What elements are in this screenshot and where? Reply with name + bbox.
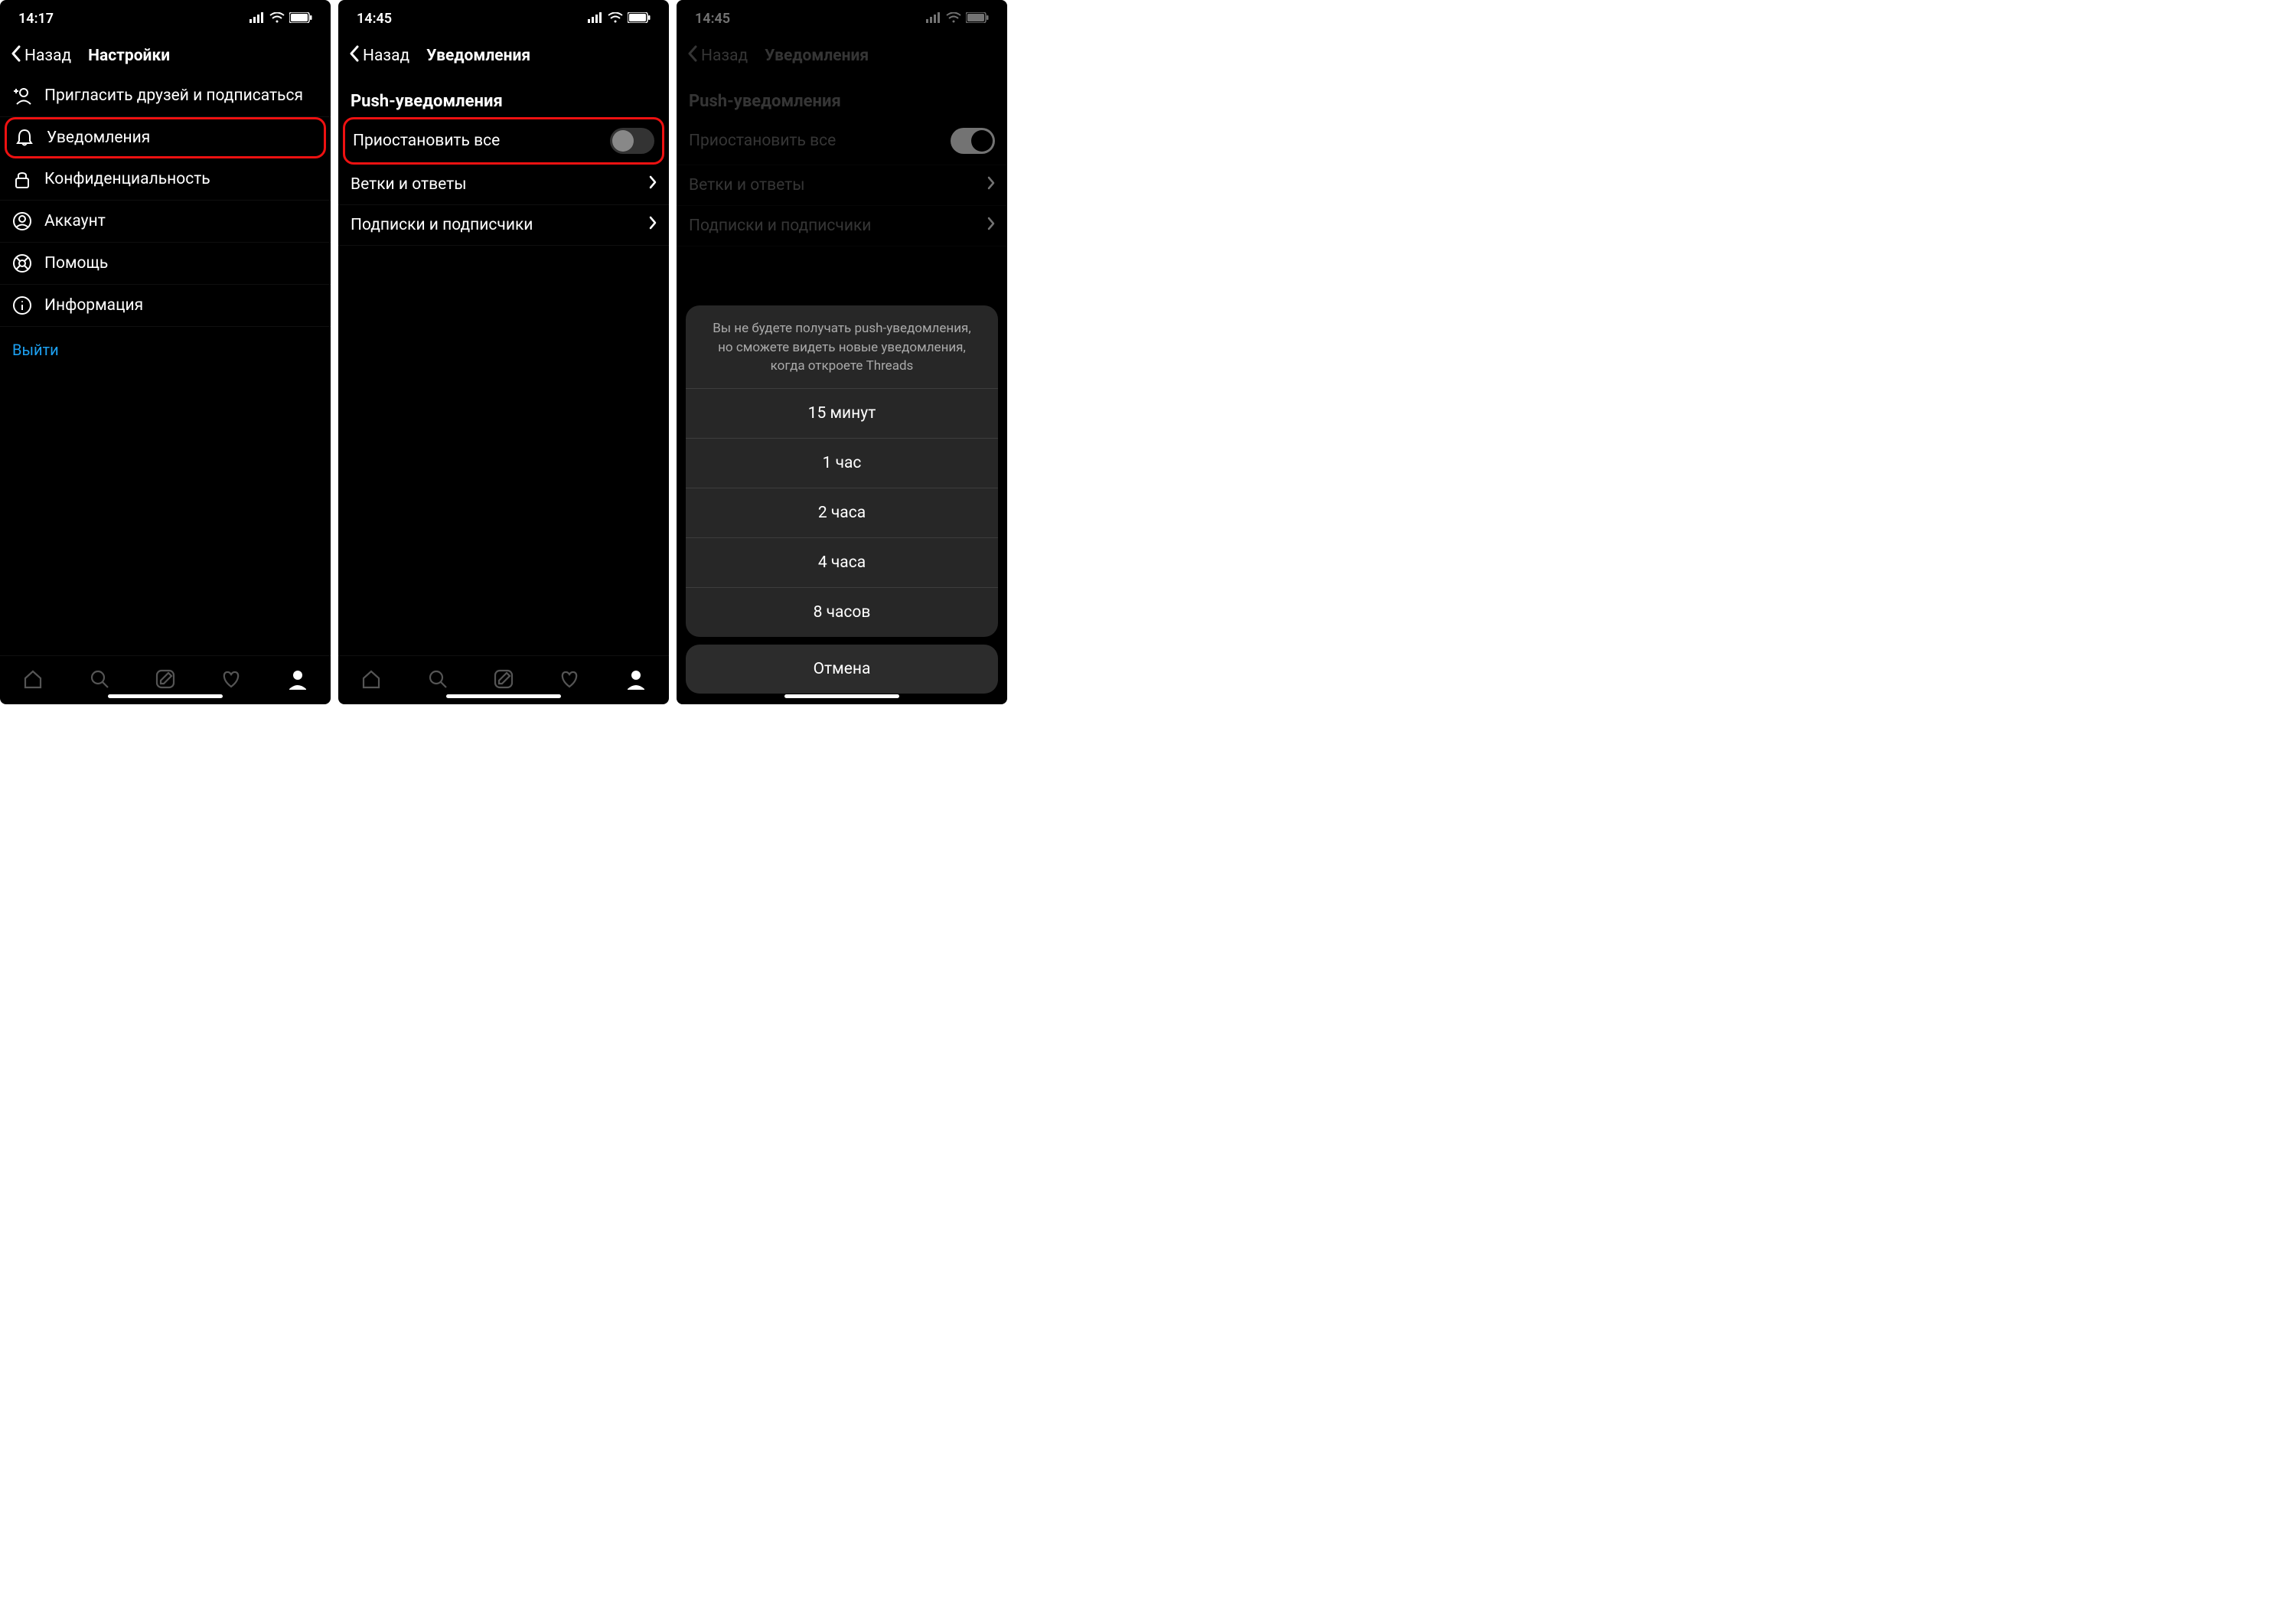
lifebuoy-icon <box>12 253 32 273</box>
threads-replies-row: Ветки и ответы <box>677 165 1007 206</box>
back-button[interactable]: Назад <box>11 45 71 67</box>
home-indicator[interactable] <box>784 694 899 698</box>
tab-search[interactable] <box>89 668 110 693</box>
back-label: Назад <box>363 47 409 65</box>
pause-option-2hr[interactable]: 2 часа <box>686 488 998 538</box>
notifications-row[interactable]: Уведомления <box>5 117 326 158</box>
status-time: 14:45 <box>357 11 392 27</box>
tab-compose[interactable] <box>493 668 514 693</box>
page-title: Настройки <box>88 47 170 65</box>
status-bar: 14:45 <box>338 0 669 37</box>
following-followers-label: Подписки и подписчики <box>689 217 871 235</box>
notifications-screen: 14:45 Назад Уведомления Push-уведомления… <box>338 0 669 704</box>
wifi-icon <box>946 11 961 27</box>
chevron-right-icon <box>649 216 657 234</box>
status-right <box>588 11 651 27</box>
pause-all-toggle <box>951 128 995 154</box>
chevron-right-icon <box>987 176 995 194</box>
invite-friends-label: Пригласить друзей и подписаться <box>44 87 303 105</box>
sheet-options-group: Вы не будете получать push-уведомления, … <box>686 305 998 637</box>
pause-all-row: Приостановить все <box>677 117 1007 165</box>
tab-compose[interactable] <box>155 668 176 693</box>
status-right <box>926 11 989 27</box>
tab-home[interactable] <box>360 668 382 693</box>
chevron-right-icon <box>987 217 995 235</box>
pause-option-4hr[interactable]: 4 часа <box>686 538 998 588</box>
home-indicator[interactable] <box>446 694 561 698</box>
pause-all-row[interactable]: Приостановить все <box>343 117 664 165</box>
info-icon <box>12 295 32 315</box>
privacy-label: Конфиденциальность <box>44 170 210 188</box>
tab-activity[interactable] <box>559 668 580 693</box>
page-title: Уведомления <box>765 47 869 65</box>
pause-option-15min[interactable]: 15 минут <box>686 389 998 439</box>
sheet-cancel-button[interactable]: Отмена <box>686 645 998 694</box>
status-bar: 14:17 <box>0 0 331 37</box>
home-indicator[interactable] <box>108 694 223 698</box>
battery-icon <box>289 11 312 27</box>
threads-replies-label: Ветки и ответы <box>689 176 805 194</box>
tab-profile[interactable] <box>287 668 308 693</box>
cellular-icon <box>926 11 941 27</box>
tab-search[interactable] <box>427 668 448 693</box>
bell-icon <box>15 128 34 148</box>
following-followers-label: Подписки и подписчики <box>351 216 533 234</box>
chevron-left-icon <box>687 45 698 67</box>
help-label: Помощь <box>44 254 108 273</box>
sheet-description: Вы не будете получать push-уведомления, … <box>686 305 998 389</box>
status-time: 14:17 <box>18 11 54 27</box>
logout-button[interactable]: Выйти <box>0 327 331 373</box>
pause-duration-sheet: Вы не будете получать push-уведомления, … <box>686 305 998 694</box>
cellular-icon <box>588 11 603 27</box>
settings-list: Пригласить друзей и подписаться Уведомле… <box>0 75 331 655</box>
chevron-left-icon <box>349 45 360 67</box>
pause-all-label: Приостановить все <box>689 132 836 150</box>
battery-icon <box>628 11 651 27</box>
back-button[interactable]: Назад <box>349 45 409 67</box>
cellular-icon <box>249 11 265 27</box>
chevron-left-icon <box>11 45 21 67</box>
lock-icon <box>12 169 32 189</box>
help-row[interactable]: Помощь <box>0 243 331 285</box>
nav-bar: Назад Уведомления <box>338 37 669 75</box>
nav-bar: Назад Уведомления <box>677 37 1007 75</box>
add-user-icon <box>12 86 32 106</box>
pause-sheet-screen: 14:45 Назад Уведомления Push-уведомления… <box>677 0 1007 704</box>
account-row[interactable]: Аккаунт <box>0 201 331 243</box>
chevron-right-icon <box>649 175 657 194</box>
back-button: Назад <box>687 45 748 67</box>
tab-activity[interactable] <box>220 668 242 693</box>
invite-friends-row[interactable]: Пригласить друзей и подписаться <box>0 75 331 117</box>
user-icon <box>12 211 32 231</box>
status-right <box>249 11 312 27</box>
battery-icon <box>966 11 989 27</box>
status-time: 14:45 <box>695 11 730 27</box>
settings-screen: 14:17 Назад Настройки Пригласить друзей … <box>0 0 331 704</box>
push-section-header: Push-уведомления <box>338 75 669 117</box>
nav-bar: Назад Настройки <box>0 37 331 75</box>
back-label: Назад <box>24 47 71 65</box>
pause-all-toggle[interactable] <box>610 128 654 154</box>
following-followers-row: Подписки и подписчики <box>677 206 1007 246</box>
pause-option-8hr[interactable]: 8 часов <box>686 588 998 637</box>
page-title: Уведомления <box>426 47 530 65</box>
notification-settings-list: Push-уведомления Приостановить все Ветки… <box>338 75 669 655</box>
push-section-header: Push-уведомления <box>677 75 1007 117</box>
info-label: Информация <box>44 296 143 315</box>
threads-replies-row[interactable]: Ветки и ответы <box>338 165 669 205</box>
back-label: Назад <box>701 47 748 65</box>
tab-profile[interactable] <box>625 668 647 693</box>
threads-replies-label: Ветки и ответы <box>351 175 467 194</box>
wifi-icon <box>608 11 623 27</box>
status-bar: 14:45 <box>677 0 1007 37</box>
notifications-label: Уведомления <box>47 129 150 147</box>
pause-all-label: Приостановить все <box>353 132 500 150</box>
privacy-row[interactable]: Конфиденциальность <box>0 158 331 201</box>
tab-home[interactable] <box>22 668 44 693</box>
account-label: Аккаунт <box>44 212 106 230</box>
following-followers-row[interactable]: Подписки и подписчики <box>338 205 669 246</box>
pause-option-1hr[interactable]: 1 час <box>686 439 998 488</box>
info-row[interactable]: Информация <box>0 285 331 327</box>
wifi-icon <box>269 11 285 27</box>
